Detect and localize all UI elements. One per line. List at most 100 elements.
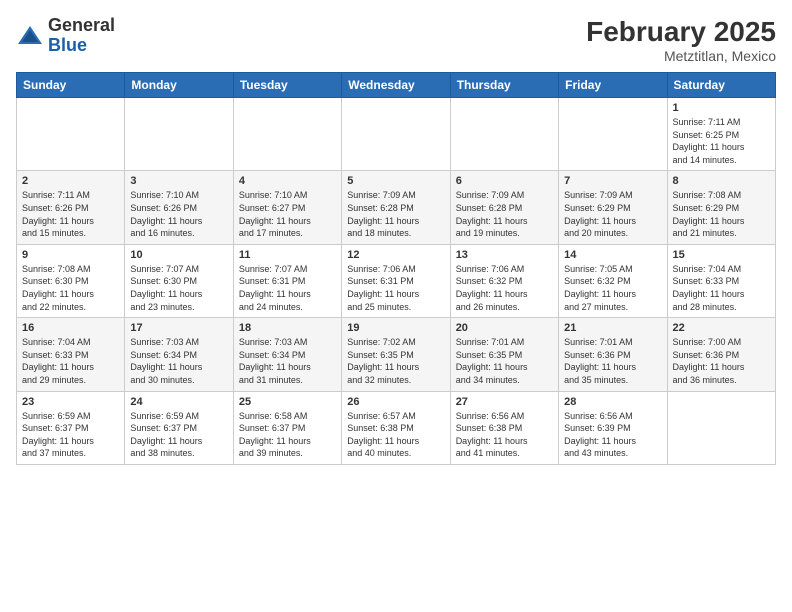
day-info: Sunrise: 6:59 AM Sunset: 6:37 PM Dayligh… bbox=[22, 410, 119, 460]
calendar-day-cell: 28Sunrise: 6:56 AM Sunset: 6:39 PM Dayli… bbox=[559, 391, 667, 464]
calendar-day-cell: 1 Sunrise: 7:11 AM Sunset: 6:25 PM Daylig… bbox=[667, 98, 775, 171]
calendar-day-cell: 21 Sunrise: 7:01 AM Sunset: 6:36 PM Dayli… bbox=[559, 318, 667, 391]
day-info: Sunrise: 7:02 AM Sunset: 6:35 PM Dayligh… bbox=[347, 336, 444, 386]
day-of-week-header: Thursday bbox=[450, 73, 558, 98]
day-info: Sunrise: 7:07 AM Sunset: 6:31 PM Dayligh… bbox=[239, 263, 336, 313]
calendar-day-cell: 4Sunrise: 7:10 AM Sunset: 6:27 PM Daylig… bbox=[233, 171, 341, 244]
day-number: 3 bbox=[130, 175, 227, 187]
calendar-day-cell: 15 Sunrise: 7:04 AM Sunset: 6:33 PM Dayli… bbox=[667, 244, 775, 317]
day-number: 6 bbox=[456, 175, 553, 187]
day-number: 8 bbox=[673, 175, 770, 187]
calendar-day-cell: 5 Sunrise: 7:09 AM Sunset: 6:28 PM Daylig… bbox=[342, 171, 450, 244]
calendar-day-cell: 20 Sunrise: 7:01 AM Sunset: 6:35 PM Dayli… bbox=[450, 318, 558, 391]
calendar-day-cell: 27 Sunrise: 6:56 AM Sunset: 6:38 PM Dayli… bbox=[450, 391, 558, 464]
day-number: 17 bbox=[130, 322, 227, 334]
day-info: Sunrise: 7:09 AM Sunset: 6:29 PM Dayligh… bbox=[564, 189, 661, 239]
calendar-day-cell: 25 Sunrise: 6:58 AM Sunset: 6:37 PM Dayli… bbox=[233, 391, 341, 464]
calendar-week-row: 9Sunrise: 7:08 AM Sunset: 6:30 PM Daylig… bbox=[17, 244, 776, 317]
day-info: Sunrise: 6:58 AM Sunset: 6:37 PM Dayligh… bbox=[239, 410, 336, 460]
calendar-day-cell: 2 Sunrise: 7:11 AM Sunset: 6:26 PM Daylig… bbox=[17, 171, 125, 244]
day-number: 16 bbox=[22, 322, 119, 334]
day-of-week-header: Friday bbox=[559, 73, 667, 98]
day-number: 25 bbox=[239, 396, 336, 408]
day-number: 10 bbox=[130, 249, 227, 261]
day-number: 22 bbox=[673, 322, 770, 334]
day-info: Sunrise: 7:09 AM Sunset: 6:28 PM Dayligh… bbox=[347, 189, 444, 239]
calendar-day-cell: 19 Sunrise: 7:02 AM Sunset: 6:35 PM Dayli… bbox=[342, 318, 450, 391]
month-year-title: February 2025 bbox=[586, 16, 776, 48]
calendar-day-cell bbox=[233, 98, 341, 171]
day-of-week-header: Monday bbox=[125, 73, 233, 98]
day-info: Sunrise: 7:04 AM Sunset: 6:33 PM Dayligh… bbox=[673, 263, 770, 313]
calendar-day-cell bbox=[125, 98, 233, 171]
day-number: 13 bbox=[456, 249, 553, 261]
day-number: 18 bbox=[239, 322, 336, 334]
day-number: 14 bbox=[564, 249, 661, 261]
logo-general-text: General bbox=[48, 16, 115, 36]
calendar-day-cell: 9Sunrise: 7:08 AM Sunset: 6:30 PM Daylig… bbox=[17, 244, 125, 317]
calendar-week-row: 16 Sunrise: 7:04 AM Sunset: 6:33 PM Dayli… bbox=[17, 318, 776, 391]
calendar-day-cell bbox=[450, 98, 558, 171]
day-number: 1 bbox=[673, 102, 770, 114]
calendar-day-cell: 6 Sunrise: 7:09 AM Sunset: 6:28 PM Daylig… bbox=[450, 171, 558, 244]
logo-blue-text: Blue bbox=[48, 36, 115, 56]
day-info: Sunrise: 6:57 AM Sunset: 6:38 PM Dayligh… bbox=[347, 410, 444, 460]
calendar-day-cell: 23 Sunrise: 6:59 AM Sunset: 6:37 PM Dayli… bbox=[17, 391, 125, 464]
day-info: Sunrise: 7:08 AM Sunset: 6:29 PM Dayligh… bbox=[673, 189, 770, 239]
calendar-day-cell: 24 Sunrise: 6:59 AM Sunset: 6:37 PM Dayli… bbox=[125, 391, 233, 464]
title-block: February 2025 Metztitlan, Mexico bbox=[586, 16, 776, 64]
day-number: 7 bbox=[564, 175, 661, 187]
calendar-day-cell: 7 Sunrise: 7:09 AM Sunset: 6:29 PM Daylig… bbox=[559, 171, 667, 244]
calendar-day-cell bbox=[17, 98, 125, 171]
day-number: 20 bbox=[456, 322, 553, 334]
day-number: 12 bbox=[347, 249, 444, 261]
day-info: Sunrise: 7:03 AM Sunset: 6:34 PM Dayligh… bbox=[130, 336, 227, 386]
calendar-table: SundayMondayTuesdayWednesdayThursdayFrid… bbox=[16, 72, 776, 465]
calendar-day-cell: 14Sunrise: 7:05 AM Sunset: 6:32 PM Dayli… bbox=[559, 244, 667, 317]
calendar-day-cell bbox=[342, 98, 450, 171]
day-info: Sunrise: 7:07 AM Sunset: 6:30 PM Dayligh… bbox=[130, 263, 227, 313]
calendar-day-cell bbox=[667, 391, 775, 464]
calendar-day-cell: 26 Sunrise: 6:57 AM Sunset: 6:38 PM Dayli… bbox=[342, 391, 450, 464]
day-info: Sunrise: 7:11 AM Sunset: 6:25 PM Dayligh… bbox=[673, 116, 770, 166]
day-info: Sunrise: 7:04 AM Sunset: 6:33 PM Dayligh… bbox=[22, 336, 119, 386]
day-number: 24 bbox=[130, 396, 227, 408]
day-number: 27 bbox=[456, 396, 553, 408]
day-number: 26 bbox=[347, 396, 444, 408]
calendar-week-row: 2 Sunrise: 7:11 AM Sunset: 6:26 PM Daylig… bbox=[17, 171, 776, 244]
calendar-day-cell: 17 Sunrise: 7:03 AM Sunset: 6:34 PM Dayli… bbox=[125, 318, 233, 391]
calendar-day-cell: 10 Sunrise: 7:07 AM Sunset: 6:30 PM Dayli… bbox=[125, 244, 233, 317]
day-of-week-header: Saturday bbox=[667, 73, 775, 98]
day-number: 23 bbox=[22, 396, 119, 408]
calendar-day-cell: 3Sunrise: 7:10 AM Sunset: 6:26 PM Daylig… bbox=[125, 171, 233, 244]
day-number: 21 bbox=[564, 322, 661, 334]
day-info: Sunrise: 7:00 AM Sunset: 6:36 PM Dayligh… bbox=[673, 336, 770, 386]
calendar-week-row: 23 Sunrise: 6:59 AM Sunset: 6:37 PM Dayli… bbox=[17, 391, 776, 464]
day-number: 5 bbox=[347, 175, 444, 187]
logo: General Blue bbox=[16, 16, 115, 56]
day-info: Sunrise: 7:01 AM Sunset: 6:35 PM Dayligh… bbox=[456, 336, 553, 386]
day-of-week-header: Tuesday bbox=[233, 73, 341, 98]
day-number: 11 bbox=[239, 249, 336, 261]
day-number: 2 bbox=[22, 175, 119, 187]
day-info: Sunrise: 6:56 AM Sunset: 6:38 PM Dayligh… bbox=[456, 410, 553, 460]
day-info: Sunrise: 6:59 AM Sunset: 6:37 PM Dayligh… bbox=[130, 410, 227, 460]
day-info: Sunrise: 7:03 AM Sunset: 6:34 PM Dayligh… bbox=[239, 336, 336, 386]
calendar-day-cell: 11 Sunrise: 7:07 AM Sunset: 6:31 PM Dayli… bbox=[233, 244, 341, 317]
calendar-day-cell: 16 Sunrise: 7:04 AM Sunset: 6:33 PM Dayli… bbox=[17, 318, 125, 391]
day-info: Sunrise: 7:06 AM Sunset: 6:32 PM Dayligh… bbox=[456, 263, 553, 313]
location-subtitle: Metztitlan, Mexico bbox=[586, 48, 776, 64]
day-number: 4 bbox=[239, 175, 336, 187]
day-info: Sunrise: 7:11 AM Sunset: 6:26 PM Dayligh… bbox=[22, 189, 119, 239]
day-info: Sunrise: 7:09 AM Sunset: 6:28 PM Dayligh… bbox=[456, 189, 553, 239]
day-of-week-header: Wednesday bbox=[342, 73, 450, 98]
day-number: 19 bbox=[347, 322, 444, 334]
calendar-day-cell bbox=[559, 98, 667, 171]
calendar-week-row: 1 Sunrise: 7:11 AM Sunset: 6:25 PM Daylig… bbox=[17, 98, 776, 171]
day-info: Sunrise: 7:01 AM Sunset: 6:36 PM Dayligh… bbox=[564, 336, 661, 386]
day-number: 15 bbox=[673, 249, 770, 261]
calendar-day-cell: 13 Sunrise: 7:06 AM Sunset: 6:32 PM Dayli… bbox=[450, 244, 558, 317]
day-info: Sunrise: 7:08 AM Sunset: 6:30 PM Dayligh… bbox=[22, 263, 119, 313]
day-info: Sunrise: 7:06 AM Sunset: 6:31 PM Dayligh… bbox=[347, 263, 444, 313]
day-of-week-header: Sunday bbox=[17, 73, 125, 98]
